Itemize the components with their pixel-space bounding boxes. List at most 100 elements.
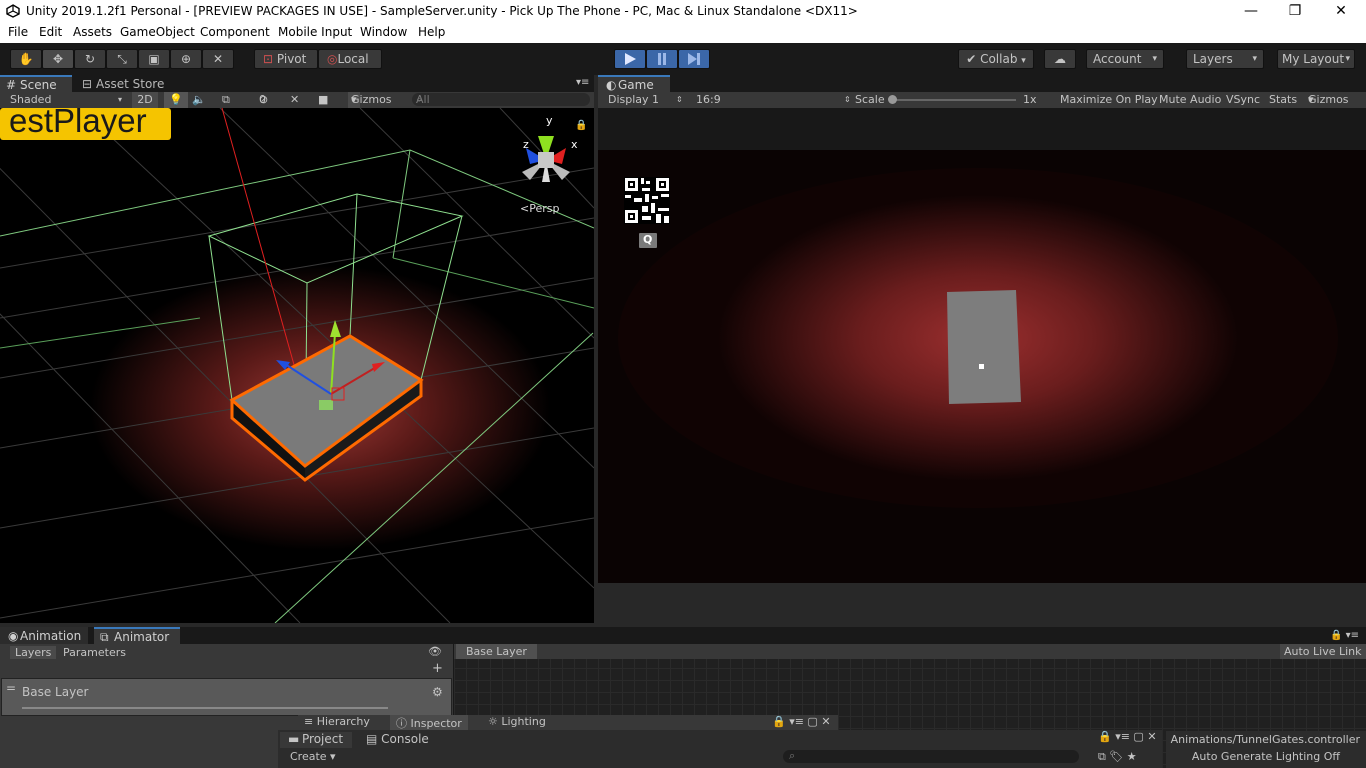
display-dropdown[interactable]: Display 1 [608, 92, 659, 108]
tab-project[interactable]: ▬ Project [280, 732, 352, 748]
chevron-down-icon: ▾ [1021, 56, 1026, 66]
tab-hierarchy-label: Hierarchy [316, 715, 370, 728]
axis-x-label: x [571, 138, 578, 151]
maximize-on-play-toggle[interactable]: Maximize On Play [1060, 92, 1158, 108]
add-layer-icon[interactable]: + [432, 661, 443, 676]
mute-audio-toggle[interactable]: Mute Audio [1159, 92, 1221, 108]
scale-slider-thumb[interactable] [888, 95, 897, 104]
parameters-tab[interactable]: Parameters [63, 646, 126, 659]
layers-dropdown[interactable]: Layers ▾ [1186, 49, 1264, 69]
window-title: Unity 2019.1.2f1 Personal - [PREVIEW PAC… [26, 4, 858, 18]
menu-mobile-input[interactable]: Mobile Input [278, 25, 352, 39]
aspect-dropdown[interactable]: 16:9 [696, 92, 721, 108]
menu-gameobject[interactable]: GameObject [120, 25, 195, 39]
axis-z-label: z [523, 138, 529, 151]
tab-console[interactable]: ▤ Console [366, 732, 429, 746]
minimize-button[interactable]: — [1228, 0, 1274, 23]
cloud-button[interactable]: ☁ [1044, 49, 1076, 69]
audio-toggle-icon[interactable]: 🔈 [192, 92, 206, 108]
light-toggle-icon[interactable]: 💡 [164, 92, 188, 108]
tab-lighting[interactable]: ☼ Lighting [488, 715, 546, 728]
camera-icon[interactable]: ■ [318, 92, 328, 108]
chevron-down-icon: ▾ [1152, 54, 1157, 64]
stats-toggle[interactable]: Stats [1269, 92, 1297, 108]
rotate-icon: ↻ [84, 52, 96, 66]
shading-dropdown[interactable]: Shaded [10, 92, 51, 108]
hierarchy-window-controls[interactable]: 🔒 ▾≡ ▢ ✕ [772, 715, 831, 728]
controller-path: Animations/TunnelGates.controller [1170, 733, 1360, 746]
menu-assets[interactable]: Assets [73, 25, 112, 39]
gear-icon[interactable]: ⚙ [432, 685, 443, 699]
close-button[interactable]: ✕ [1318, 0, 1364, 23]
tab-asset-store-label: Asset Store [96, 77, 165, 91]
scale-slider[interactable] [892, 99, 1016, 101]
create-dropdown[interactable]: Create ▾ [290, 750, 336, 763]
project-window-controls[interactable]: 🔒 ▾≡ ▢ ✕ [1098, 730, 1157, 743]
tab-hierarchy[interactable]: ≡ Hierarchy [304, 715, 370, 728]
hierarchy-tab-row: ≡ Hierarchy ⓘ Inspector ☼ Lighting 🔒 ▾≡ … [298, 715, 838, 731]
collab-dropdown[interactable]: ✔ Collab ▾ [958, 49, 1034, 69]
scene-view[interactable]: estPlayer y x z 🔒 <Persp [0, 108, 594, 623]
layout-dropdown[interactable]: My Layout ▾ [1277, 49, 1355, 69]
base-layer-item[interactable]: = Base Layer ⚙ [1, 678, 452, 716]
projection-toggle[interactable]: <Persp [520, 202, 559, 215]
chevron-down-icon: ▾ [1252, 54, 1257, 64]
pane-menu-icon[interactable]: ▾≡ [576, 77, 589, 88]
scale-tool-button[interactable]: ⤡ [106, 49, 138, 69]
drag-handle-icon[interactable]: = [6, 681, 16, 695]
rect-tool-button[interactable]: ▣ [138, 49, 170, 69]
search-icon: ⌕ [789, 749, 796, 762]
move-icon: ✥ [52, 52, 64, 66]
game-gizmos-label: Gizmos [1308, 93, 1349, 106]
layer-weight-bar [22, 707, 388, 709]
hand-tool-button[interactable]: ✋ [10, 49, 42, 69]
step-button[interactable] [678, 49, 710, 69]
account-dropdown[interactable]: Account ▾ [1086, 49, 1164, 69]
collab-label: Collab [980, 52, 1018, 66]
move-tool-button[interactable]: ✥ [42, 49, 74, 69]
scale-value: 1x [1023, 93, 1037, 106]
tab-inspector-label: Inspector [410, 717, 462, 730]
effects-toggle-icon[interactable]: ⧉ [222, 92, 230, 108]
menu-edit[interactable]: Edit [39, 25, 62, 39]
lighting-icon: ☼ [488, 715, 502, 728]
base-layer-breadcrumb[interactable]: Base Layer [456, 644, 537, 659]
pivot-toggle[interactable]: ⊡ Pivot [254, 49, 318, 69]
animator-graph-bar: Base Layer Auto Live Link [454, 644, 1366, 659]
hand-icon: ✋ [18, 52, 34, 66]
menu-component[interactable]: Component [200, 25, 270, 39]
tools-visibility-icon[interactable]: ✕ [290, 92, 299, 108]
menu-help[interactable]: Help [418, 25, 445, 39]
menu-window[interactable]: Window [360, 25, 407, 39]
tab-inspector[interactable]: ⓘ Inspector [390, 715, 468, 731]
vsync-toggle[interactable]: VSync [1226, 92, 1260, 108]
auto-live-link-toggle[interactable]: Auto Live Link [1280, 644, 1366, 659]
tab-animator-label: Animator [114, 630, 170, 644]
local-toggle[interactable]: ◎Local [318, 49, 382, 69]
lock-icon[interactable]: 🔒 ▾≡ [1330, 630, 1359, 641]
mode-2d-toggle[interactable]: 2D [132, 92, 158, 108]
menu-file[interactable]: File [8, 25, 28, 39]
play-button[interactable] [614, 49, 646, 69]
game-view[interactable]: Q [598, 108, 1366, 583]
filter-icons[interactable]: ⧉ 🏷 ★ [1098, 750, 1137, 764]
project-panel: ▬ Project ▤ Console 🔒 ▾≡ ▢ ✕ Create ▾ ⌕ … [278, 730, 1162, 768]
local-label: Local [337, 52, 369, 66]
maximize-button[interactable]: ❐ [1272, 0, 1318, 23]
unity-logo-icon [6, 4, 20, 18]
eye-icon[interactable]: 👁 [428, 645, 442, 658]
layers-tab[interactable]: Layers [10, 646, 57, 659]
local-icon: ◎ [327, 52, 338, 66]
gizmos-dropdown[interactable]: Gizmos ▾ [348, 92, 392, 108]
phone-object [947, 290, 1021, 404]
rotate-tool-button[interactable]: ↻ [74, 49, 106, 69]
lock-icon[interactable]: 🔒 [575, 120, 587, 131]
game-canvas [598, 108, 1366, 583]
project-search-input[interactable]: ⌕ [783, 749, 1079, 763]
scene-search-input[interactable]: ⌕ All [412, 93, 590, 106]
pause-icon [658, 53, 666, 65]
game-gizmos-dropdown[interactable]: Gizmos ▾ [1308, 92, 1349, 108]
transform-tool-button[interactable]: ⊕ [170, 49, 202, 69]
custom-tool-button[interactable]: ✕ [202, 49, 234, 69]
pause-button[interactable] [646, 49, 678, 69]
